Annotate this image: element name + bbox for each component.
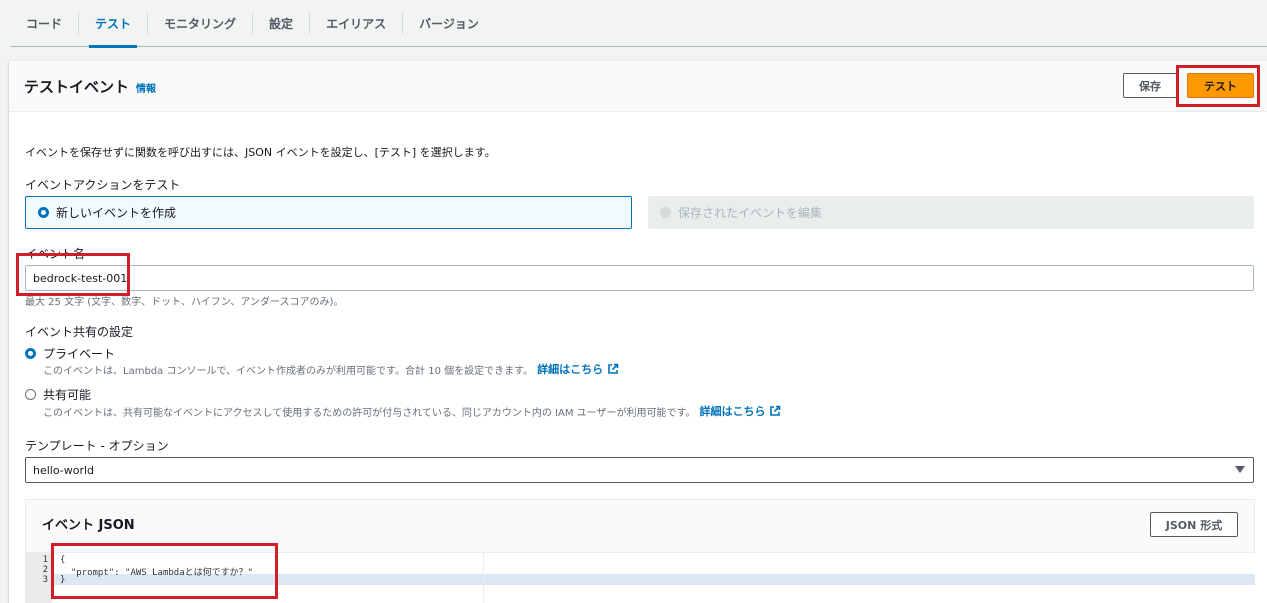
external-link-icon	[608, 363, 619, 374]
event-json-container: イベント JSON JSON 形式 1 2 3 { "prompt": "AWS…	[25, 499, 1255, 603]
editor-gutter: 1 2 3	[26, 553, 52, 603]
json-format-button[interactable]: JSON 形式	[1150, 512, 1238, 537]
editor-split-divider	[483, 553, 484, 603]
tab-test[interactable]: テスト	[79, 0, 147, 48]
private-learn-more-text: 詳細はこちら	[537, 363, 604, 376]
code-line: }	[60, 575, 66, 585]
template-select[interactable]: hello-world	[25, 457, 1254, 483]
panel-title: テストイベント	[24, 78, 130, 96]
shareable-learn-more-link[interactable]: 詳細はこちら	[699, 403, 781, 419]
template-label: テンプレート - オプション	[25, 439, 169, 453]
edit-saved-event-option: 保存されたイベントを編集	[648, 196, 1254, 229]
line-number: 1	[42, 555, 48, 565]
sharing-label: イベント共有の設定	[25, 325, 134, 339]
event-name-label: イベント名	[25, 247, 86, 261]
event-json-title: イベント JSON	[42, 518, 135, 533]
private-option[interactable]: プライベート	[25, 345, 115, 362]
create-new-event-option[interactable]: 新しいイベントを作成	[25, 196, 632, 229]
event-name-hint: 最大 25 文字 (文字、数字、ドット、ハイフン、アンダースコアのみ)。	[25, 297, 344, 308]
event-name-value: bedrock-test-001	[33, 271, 128, 285]
shareable-label: 共有可能	[43, 388, 92, 402]
line-number: 3	[42, 575, 48, 585]
edit-saved-event-label: 保存されたイベントを編集	[678, 206, 823, 220]
private-learn-more-link[interactable]: 詳細はこちら	[537, 361, 619, 377]
code-editor[interactable]: 1 2 3 { "prompt": "AWS Lambdaとは何ですか？" }	[26, 552, 1255, 603]
radio-disabled-icon	[660, 207, 671, 218]
radio-selected-icon	[25, 348, 36, 359]
radio-unselected-icon	[25, 389, 36, 400]
shareable-description: このイベントは、共有可能なイベントにアクセスして使用するための許可が付与されてい…	[43, 403, 781, 419]
create-new-event-label: 新しいイベントを作成	[56, 206, 177, 220]
line-number: 2	[42, 565, 48, 575]
template-selected-value: hello-world	[33, 463, 95, 477]
shareable-option[interactable]: 共有可能	[25, 386, 91, 403]
tab-monitoring[interactable]: モニタリング	[148, 0, 252, 47]
tab-bar: コード テスト モニタリング 設定 エイリアス バージョン	[10, 0, 1267, 48]
test-event-panel: テストイベント 情報 保存 テスト イベントを保存せずに関数を呼び出すには、JS…	[9, 61, 1267, 603]
tab-aliases[interactable]: エイリアス	[310, 0, 402, 47]
code-line: "prompt": "AWS Lambdaとは何ですか？"	[60, 568, 254, 578]
tab-versions[interactable]: バージョン	[403, 0, 495, 47]
event-action-label: イベントアクションをテスト	[25, 178, 181, 192]
info-link[interactable]: 情報	[136, 80, 156, 95]
radio-selected-icon	[38, 207, 49, 218]
test-button[interactable]: テスト	[1187, 73, 1254, 98]
tab-configuration[interactable]: 設定	[253, 0, 309, 47]
external-link-icon	[770, 405, 781, 416]
panel-header: テストイベント 情報 保存 テスト	[9, 61, 1267, 112]
shareable-description-text: このイベントは、共有可能なイベントにアクセスして使用するための許可が付与されてい…	[43, 407, 696, 419]
event-name-input[interactable]: bedrock-test-001	[25, 265, 1254, 291]
shareable-learn-more-text: 詳細はこちら	[699, 405, 766, 418]
code-line: {	[60, 555, 66, 565]
private-description: このイベントは、Lambda コンソールで、イベント作成者のみが利用可能です。合…	[43, 361, 619, 377]
private-label: プライベート	[43, 347, 116, 361]
save-button[interactable]: 保存	[1123, 73, 1177, 98]
tab-code[interactable]: コード	[10, 0, 78, 47]
private-description-text: このイベントは、Lambda コンソールで、イベント作成者のみが利用可能です。合…	[43, 365, 534, 377]
caret-down-icon	[1235, 466, 1245, 473]
panel-description: イベントを保存せずに関数を呼び出すには、JSON イベントを設定し、[テスト] …	[25, 146, 496, 159]
